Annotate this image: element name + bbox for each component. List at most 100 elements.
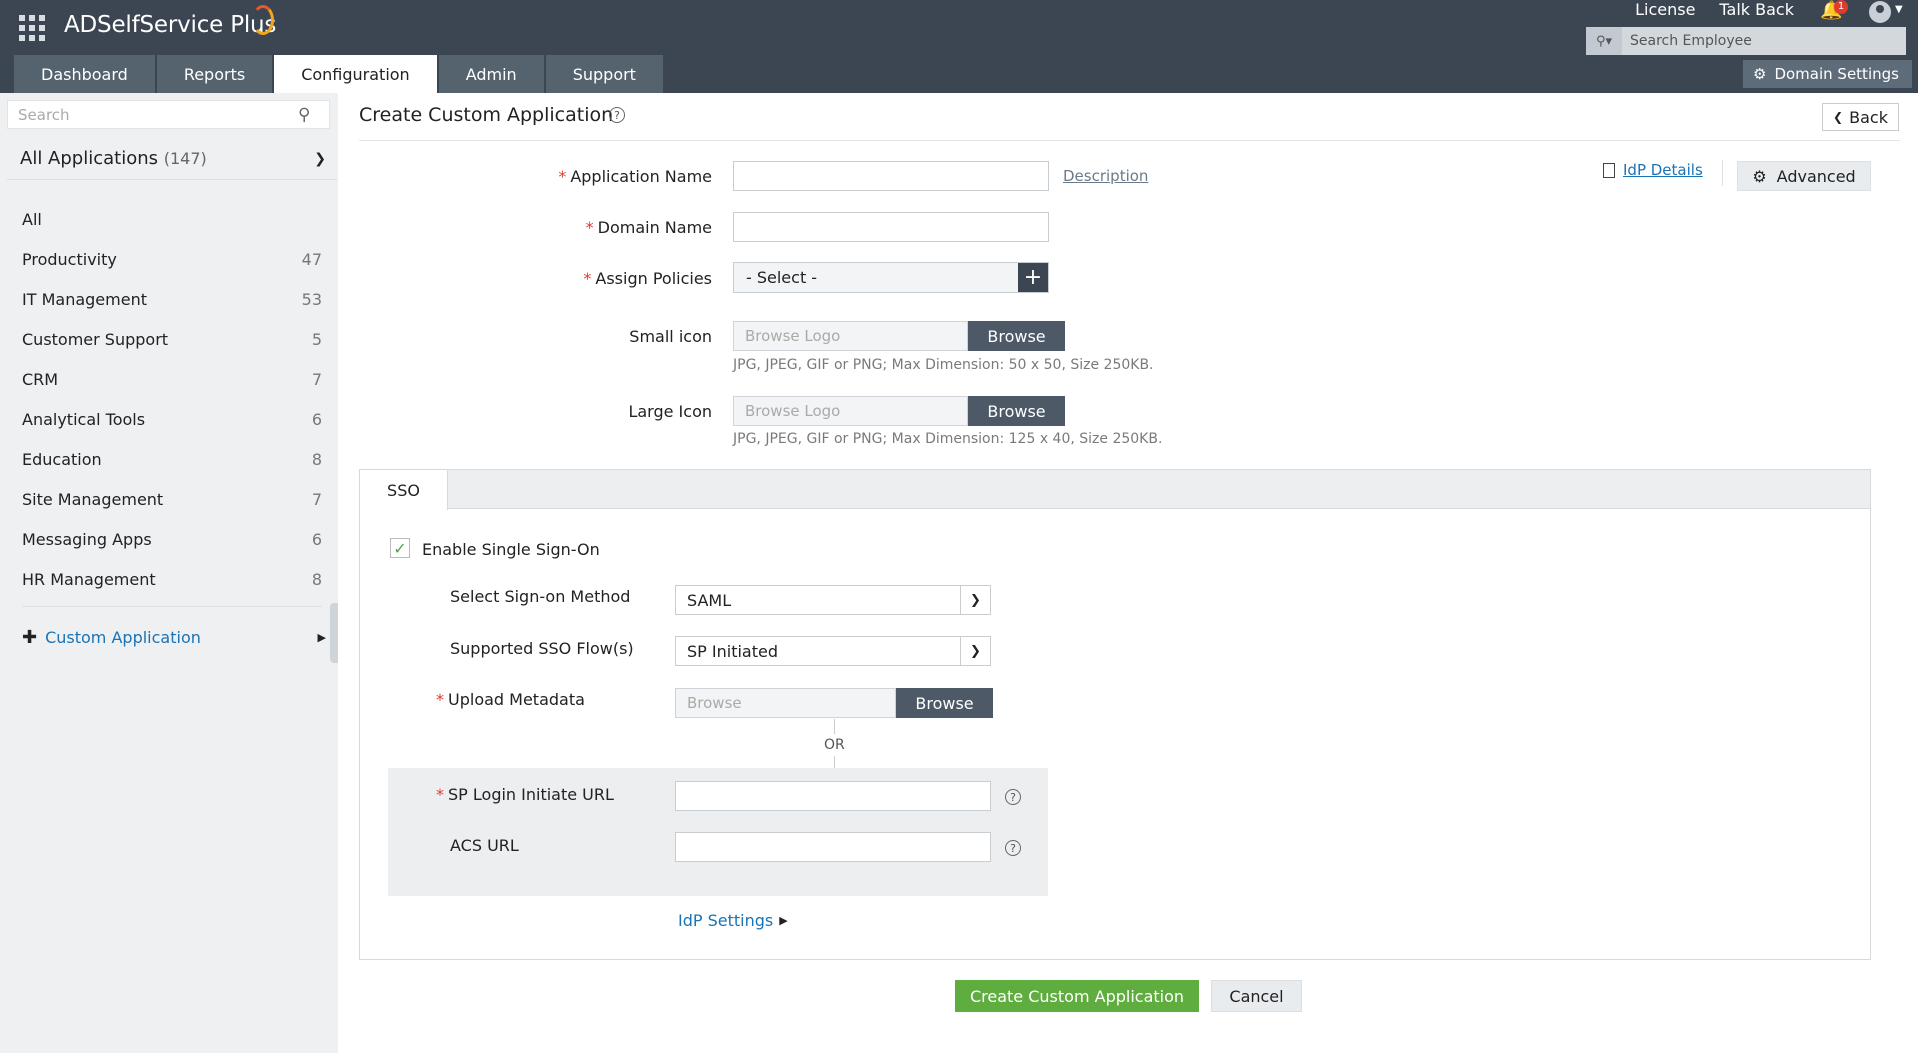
tab-reports[interactable]: Reports bbox=[156, 55, 273, 93]
license-link[interactable]: License bbox=[1635, 0, 1695, 20]
sidebar: ⚲ All Applications (147) ❯ All Productiv… bbox=[0, 93, 338, 1053]
acs-url-input[interactable] bbox=[675, 832, 991, 862]
sidebar-item-education[interactable]: Education 8 bbox=[22, 439, 322, 479]
sidebar-item-all[interactable]: All bbox=[22, 199, 322, 239]
divider bbox=[7, 179, 337, 180]
page-title: Create Custom Application bbox=[359, 104, 614, 126]
large-icon-hint: JPG, JPEG, GIF or PNG; Max Dimension: 12… bbox=[733, 431, 1163, 447]
divider bbox=[359, 140, 1900, 141]
small-icon-upload: Browse Logo Browse bbox=[733, 321, 1065, 351]
add-policy-button[interactable]: + bbox=[1018, 263, 1048, 292]
metadata-browse-button[interactable]: Browse bbox=[896, 688, 993, 718]
back-button[interactable]: ❮ Back bbox=[1822, 103, 1899, 131]
chevron-down-icon: ❯ bbox=[960, 586, 990, 614]
sidebar-item-hr-management[interactable]: HR Management 8 bbox=[22, 559, 322, 599]
all-applications-count: (147) bbox=[163, 149, 207, 168]
large-icon-label: Large Icon bbox=[628, 402, 712, 421]
metadata-upload: Browse Browse bbox=[675, 688, 993, 718]
large-icon-file-field[interactable]: Browse Logo bbox=[733, 396, 968, 426]
tab-sso[interactable]: SSO bbox=[360, 470, 448, 510]
small-icon-label: Small icon bbox=[629, 327, 712, 346]
sign-on-method-select[interactable]: SAML ❯ bbox=[675, 585, 991, 615]
plus-icon: ✚ bbox=[22, 627, 38, 648]
sso-panel: SSO ✓ Enable Single Sign-On Select Sign-… bbox=[359, 469, 1871, 960]
large-icon-browse-button[interactable]: Browse bbox=[968, 396, 1065, 426]
sso-flow-select[interactable]: SP Initiated ❯ bbox=[675, 636, 991, 666]
divider bbox=[834, 756, 835, 768]
user-menu-caret-icon[interactable]: ▼ bbox=[1895, 4, 1903, 15]
domain-name-input[interactable] bbox=[733, 212, 1049, 242]
tab-admin[interactable]: Admin bbox=[438, 55, 544, 93]
tab-support[interactable]: Support bbox=[545, 55, 663, 93]
back-label: Back bbox=[1849, 107, 1888, 127]
sign-on-method-label: Select Sign-on Method bbox=[450, 587, 631, 606]
sidebar-item-productivity[interactable]: Productivity 47 bbox=[22, 239, 322, 279]
assign-policies-label: * Assign Policies bbox=[583, 269, 712, 288]
tab-dashboard[interactable]: Dashboard bbox=[14, 55, 155, 93]
all-applications-dropdown[interactable]: All Applications (147) ❯ bbox=[20, 148, 326, 169]
description-link[interactable]: Description bbox=[1063, 167, 1148, 185]
chevron-down-icon[interactable]: ❯ bbox=[314, 151, 326, 167]
create-custom-application-button[interactable]: Create Custom Application bbox=[955, 980, 1199, 1012]
tab-configuration[interactable]: Configuration bbox=[274, 55, 437, 93]
sidebar-item-crm[interactable]: CRM 7 bbox=[22, 359, 322, 399]
chevron-down-icon: ❯ bbox=[960, 637, 990, 665]
sp-url-section: * SP Login Initiate URL ? ACS URL ? bbox=[388, 768, 1048, 896]
search-icon[interactable]: ⚲▾ bbox=[1586, 27, 1622, 55]
app-header: ADSelfService Plus License Talk Back 🔔 1… bbox=[0, 0, 1918, 93]
idp-settings-link[interactable]: IdP Settings ▶ bbox=[678, 911, 788, 930]
user-avatar-icon[interactable] bbox=[1869, 1, 1891, 23]
custom-application-link[interactable]: ✚ Custom Application ▶ bbox=[22, 627, 326, 648]
caret-right-icon: ▶ bbox=[317, 631, 326, 644]
enable-sso-checkbox[interactable]: ✓ bbox=[390, 538, 410, 558]
required-marker: * bbox=[436, 690, 444, 709]
help-icon[interactable]: ? bbox=[1005, 789, 1021, 805]
search-icon[interactable]: ⚲ bbox=[298, 105, 310, 125]
cancel-button[interactable]: Cancel bbox=[1211, 980, 1302, 1012]
sso-flow-label: Supported SSO Flow(s) bbox=[450, 639, 634, 658]
small-icon-hint: JPG, JPEG, GIF or PNG; Max Dimension: 50… bbox=[733, 357, 1154, 373]
application-name-input[interactable] bbox=[733, 161, 1049, 191]
divider bbox=[834, 719, 835, 734]
help-icon[interactable]: ? bbox=[609, 107, 625, 123]
sp-login-url-input[interactable] bbox=[675, 781, 991, 811]
app-launcher-icon[interactable] bbox=[19, 15, 45, 41]
required-marker: * bbox=[436, 785, 444, 804]
caret-right-icon: ▶ bbox=[779, 914, 788, 927]
sidebar-item-messaging-apps[interactable]: Messaging Apps 6 bbox=[22, 519, 322, 559]
large-icon-upload: Browse Logo Browse bbox=[733, 396, 1065, 426]
top-links: License Talk Back bbox=[1635, 0, 1794, 20]
all-applications-title: All Applications (147) bbox=[20, 148, 207, 169]
sidebar-item-analytical-tools[interactable]: Analytical Tools 6 bbox=[22, 399, 322, 439]
brand-arc-icon bbox=[252, 5, 274, 35]
sidebar-search-input[interactable] bbox=[8, 101, 298, 128]
main-nav: Dashboard Reports Configuration Admin Su… bbox=[14, 55, 663, 93]
application-name-label: * Application Name bbox=[558, 167, 712, 186]
acs-url-label: ACS URL bbox=[450, 836, 519, 855]
domain-settings-button[interactable]: ⚙ Domain Settings bbox=[1743, 60, 1912, 88]
category-list: All Productivity 47 IT Management 53 Custo… bbox=[22, 199, 322, 599]
metadata-file-field[interactable]: Browse bbox=[675, 688, 896, 718]
talk-back-link[interactable]: Talk Back bbox=[1719, 0, 1794, 20]
notification-badge: 1 bbox=[1834, 0, 1848, 14]
custom-application-label: Custom Application bbox=[45, 628, 201, 647]
required-marker: * bbox=[583, 269, 592, 288]
required-marker: * bbox=[558, 167, 567, 186]
small-icon-browse-button[interactable]: Browse bbox=[968, 321, 1065, 351]
employee-search-input[interactable] bbox=[1622, 27, 1902, 55]
help-icon[interactable]: ? bbox=[1005, 840, 1021, 856]
small-icon-file-field[interactable]: Browse Logo bbox=[733, 321, 968, 351]
sidebar-item-it-management[interactable]: IT Management 53 bbox=[22, 279, 322, 319]
sidebar-collapse-handle[interactable] bbox=[330, 603, 338, 663]
assign-policies-select[interactable]: - Select - + bbox=[733, 262, 1049, 293]
divider bbox=[1722, 160, 1723, 186]
idp-details-link[interactable]: IdP Details bbox=[1603, 161, 1703, 179]
enable-sso-label: Enable Single Sign-On bbox=[422, 540, 600, 559]
advanced-button[interactable]: ⚙ Advanced bbox=[1737, 161, 1871, 191]
divider bbox=[22, 606, 322, 607]
domain-settings-label: Domain Settings bbox=[1774, 65, 1899, 83]
upload-metadata-label: * Upload Metadata bbox=[436, 690, 585, 709]
sidebar-item-customer-support[interactable]: Customer Support 5 bbox=[22, 319, 322, 359]
sp-login-url-label: * SP Login Initiate URL bbox=[436, 785, 614, 804]
sidebar-item-site-management[interactable]: Site Management 7 bbox=[22, 479, 322, 519]
